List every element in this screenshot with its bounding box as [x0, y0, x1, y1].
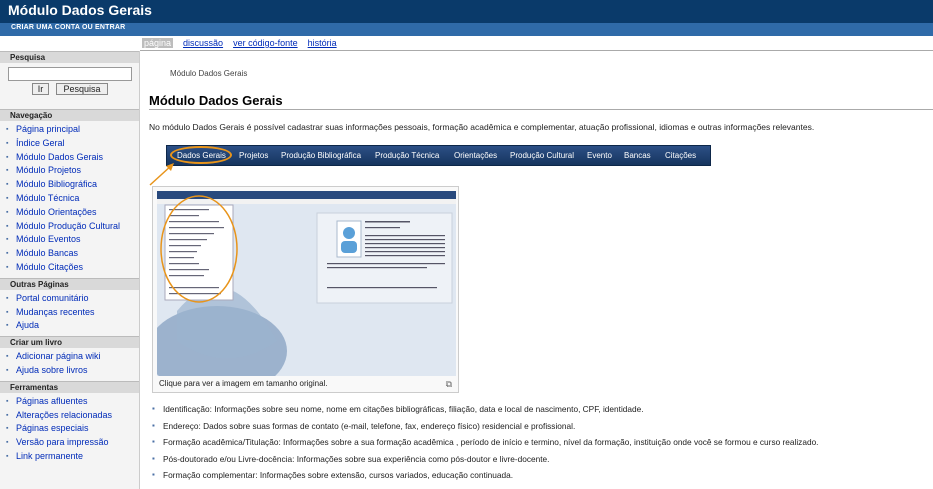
top-header: Módulo Dados Gerais — [0, 0, 933, 23]
tab-view-source[interactable]: ver código-fonte — [233, 38, 298, 48]
sidebar-item-eventos[interactable]: Módulo Eventos — [0, 233, 139, 247]
sidebar-item-citacoes[interactable]: Módulo Citações — [0, 261, 139, 275]
sidebar-item-what-links-here[interactable]: Páginas afluentes — [0, 395, 139, 409]
list-item: Formação acadêmica/Titulação: Informaçõe… — [152, 434, 818, 451]
sidebar-item-special-pages[interactable]: Páginas especiais — [0, 422, 139, 436]
thumbnail-caption: Clique para ver a imagem em tamanho orig… — [159, 379, 328, 388]
screenshot-image[interactable] — [157, 191, 456, 376]
sidebar-item-tecnica[interactable]: Módulo Técnica — [0, 192, 139, 206]
sidebar-item-permanent-link[interactable]: Link permanente — [0, 450, 139, 464]
title-divider — [149, 109, 933, 110]
breadcrumb: Módulo Dados Gerais — [170, 69, 248, 78]
tab-discussion[interactable]: discussão — [183, 38, 223, 48]
intro-text: No módulo Dados Gerais é possível cadast… — [149, 122, 815, 132]
sidebar-item-orientacoes[interactable]: Módulo Orientações — [0, 206, 139, 220]
screenshot-thumbnail[interactable]: Clique para ver a imagem em tamanho orig… — [152, 186, 459, 393]
page-tabs: página discussão ver código-fonte histór… — [142, 38, 347, 50]
highlight-circle — [170, 146, 232, 164]
sidebar-item-printable-version[interactable]: Versão para impressão — [0, 436, 139, 450]
menu-item-orientacoes: Orientações — [454, 151, 498, 160]
page-title: Módulo Dados Gerais — [149, 93, 283, 108]
menu-item-citacoes: Citações — [665, 151, 697, 160]
list-item: Identificação: Informações sobre seu nom… — [152, 401, 818, 418]
field-list: Identificação: Informações sobre seu nom… — [152, 401, 818, 484]
menu-item-bancas: Bancas — [624, 151, 651, 160]
list-item: Pós-doutorado e/ou Livre-docência: Infor… — [152, 451, 818, 468]
sidebar-item-portal[interactable]: Portal comunitário — [0, 292, 139, 306]
sidebar-item-projetos[interactable]: Módulo Projetos — [0, 164, 139, 178]
create-book-heading: Criar um livro — [0, 336, 139, 349]
site-title: Módulo Dados Gerais — [8, 2, 152, 18]
sidebar-item-recent-changes[interactable]: Mudanças recentes — [0, 306, 139, 320]
menu-item-projetos: Projetos — [239, 151, 269, 160]
search-box: Ir Pesquisa — [0, 63, 139, 109]
sidebar-item-books-help[interactable]: Ajuda sobre livros — [0, 364, 139, 378]
sidebar-item-bibliografica[interactable]: Módulo Bibliográfica — [0, 178, 139, 192]
create-book-list: Adicionar página wiki Ajuda sobre livros — [0, 348, 139, 381]
search-button[interactable]: Pesquisa — [56, 83, 108, 95]
menu-item-producao-cultural: Produção Cultural — [510, 151, 575, 160]
list-item: Endereço: Dados sobre suas formas de con… — [152, 418, 818, 435]
sidebar-item-index[interactable]: Índice Geral — [0, 137, 139, 151]
sidebar-item-producao-cultural[interactable]: Módulo Produção Cultural — [0, 220, 139, 234]
navigation-heading: Navegação — [0, 109, 139, 121]
create-account-link[interactable]: CRIAR UMA CONTA OU ENTRAR — [11, 24, 125, 31]
module-menu-bar-image: Dados Gerais Projetos Produção Bibliográ… — [166, 145, 711, 166]
sidebar-item-add-wiki-page[interactable]: Adicionar página wiki — [0, 350, 139, 364]
tab-page[interactable]: página — [142, 38, 174, 48]
main-content: Módulo Dados Gerais Módulo Dados Gerais … — [140, 51, 933, 489]
tools-list: Páginas afluentes Alterações relacionada… — [0, 393, 139, 467]
sidebar-item-bancas[interactable]: Módulo Bancas — [0, 247, 139, 261]
other-pages-heading: Outras Páginas — [0, 277, 139, 290]
sidebar-item-dados-gerais[interactable]: Módulo Dados Gerais — [0, 151, 139, 165]
tab-history[interactable]: história — [308, 38, 337, 48]
search-input[interactable] — [8, 67, 132, 81]
menu-item-producao-tecnica: Produção Técnica — [375, 151, 440, 160]
account-bar: CRIAR UMA CONTA OU ENTRAR — [0, 23, 933, 36]
arrow-icon — [149, 163, 174, 186]
menu-item-evento: Evento — [587, 151, 612, 160]
tools-heading: Ferramentas — [0, 380, 139, 393]
enlarge-icon[interactable]: ⧉ — [446, 379, 452, 390]
search-heading: Pesquisa — [0, 51, 139, 63]
list-item: Formação complementar: Informações sobre… — [152, 467, 818, 484]
sidebar-item-help[interactable]: Ajuda — [0, 319, 139, 333]
other-pages-list: Portal comunitário Mudanças recentes Aju… — [0, 290, 139, 336]
sidebar-item-main-page[interactable]: Página principal — [0, 123, 139, 137]
navigation-list: Página principal Índice Geral Módulo Dad… — [0, 121, 139, 278]
go-button[interactable]: Ir — [32, 83, 49, 95]
menu-item-producao-bibliografica: Produção Bibliográfica — [281, 151, 362, 160]
sidebar: Pesquisa Ir Pesquisa Navegação Página pr… — [0, 51, 140, 489]
sidebar-item-related-changes[interactable]: Alterações relacionadas — [0, 409, 139, 423]
